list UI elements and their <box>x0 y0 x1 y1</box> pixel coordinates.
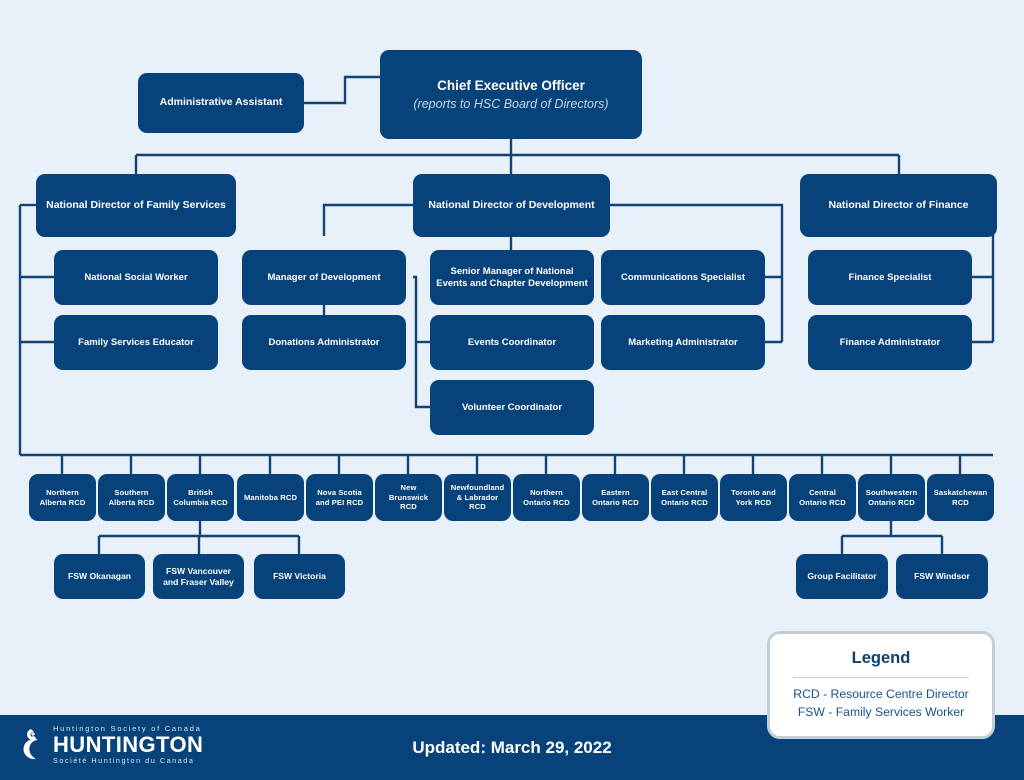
node-title: Family Services Educator <box>78 336 194 348</box>
node-finance-specialist[interactable]: Finance Specialist <box>808 250 972 305</box>
node-title: Finance Specialist <box>848 271 932 283</box>
node-rcd-1[interactable]: Southern Alberta RCD <box>98 474 165 521</box>
node-title: National Social Worker <box>84 271 188 283</box>
logo-bottom-line: Société Huntington du Canada <box>53 755 195 765</box>
node-senior-manager-of-national-events-and-chapter-development[interactable]: Senior Manager of National Events and Ch… <box>430 250 594 305</box>
node-fsw-0[interactable]: FSW Okanagan <box>54 554 145 599</box>
node-title: Marketing Administrator <box>628 336 738 348</box>
logo-main-line: HUNTINGTON <box>53 731 204 757</box>
legend-panel: Legend RCD - Resource Centre Director FS… <box>767 631 995 739</box>
node-communications-specialist[interactable]: Communications Specialist <box>601 250 765 305</box>
node-title: Southern Alberta RCD <box>108 487 155 507</box>
node-national-director-of-development[interactable]: National Director of Development <box>413 174 610 237</box>
node-title: Events Coordinator <box>467 336 557 348</box>
node-title: Southwestern Ontario RCD <box>865 487 918 507</box>
node-rcd-4[interactable]: Nova Scotia and PEI RCD <box>306 474 373 521</box>
node-title: Volunteer Coordinator <box>461 401 563 413</box>
node-national-director-of-finance[interactable]: National Director of Finance <box>800 174 997 237</box>
node-rcd-2[interactable]: British Columbia RCD <box>167 474 234 521</box>
node-rcd-3[interactable]: Manitoba RCD <box>237 474 304 521</box>
node-national-director-of-family-services[interactable]: National Director of Family Services <box>36 174 236 237</box>
node-title: Donations Administrator <box>268 336 380 348</box>
node-title: National Director of Family Services <box>46 198 226 211</box>
node-rcd-13[interactable]: Saskatchewan RCD <box>927 474 994 521</box>
node-title: FSW Okanagan <box>67 571 132 582</box>
legend-line-fsw: FSW - Family Services Worker <box>797 704 965 719</box>
node-title: New Brunswick RCD <box>388 483 429 512</box>
node-title: FSW Vancouver and Fraser Valley <box>163 565 234 587</box>
node-title: Eastern Ontario RCD <box>592 487 639 507</box>
legend-title: Legend <box>851 648 911 667</box>
node-chief-executive-officer[interactable]: Chief Executive Officer (reports to HSC … <box>380 50 642 139</box>
node-rcd-6[interactable]: Newfoundland & Labrador RCD <box>444 474 511 521</box>
node-finance-administrator[interactable]: Finance Administrator <box>808 315 972 370</box>
node-rcd-9[interactable]: East Central Ontario RCD <box>651 474 718 521</box>
huntington-logo: Huntington Society of Canada HUNTINGTON … <box>18 725 203 764</box>
node-title: East Central Ontario RCD <box>661 487 708 507</box>
node-fsw-4[interactable]: FSW Windsor <box>896 554 988 599</box>
node-title: Senior Manager of National Events and Ch… <box>436 265 588 289</box>
node-fsw-2[interactable]: FSW Victoria <box>254 554 345 599</box>
legend-divider <box>793 676 969 679</box>
node-title: Saskatchewan RCD <box>933 487 988 507</box>
node-title: British Columbia RCD <box>173 487 228 507</box>
node-title: National Director of Finance <box>828 198 969 211</box>
node-rcd-0[interactable]: Northern Alberta RCD <box>29 474 96 521</box>
node-title: Central Ontario RCD <box>799 487 846 507</box>
node-fsw-3[interactable]: Group Facilitator <box>796 554 888 599</box>
node-title: Chief Executive Officer <box>437 77 585 93</box>
node-title: FSW Windsor <box>914 571 970 582</box>
node-administrative-assistant[interactable]: Administrative Assistant <box>138 73 304 133</box>
node-volunteer-coordinator[interactable]: Volunteer Coordinator <box>430 380 594 435</box>
node-title: FSW Victoria <box>273 571 326 582</box>
node-rcd-11[interactable]: Central Ontario RCD <box>789 474 856 521</box>
node-family-services-educator[interactable]: Family Services Educator <box>54 315 218 370</box>
node-title: Newfoundland & Labrador RCD <box>450 483 505 512</box>
node-title: Administrative Assistant <box>159 96 283 109</box>
org-chart-canvas: Chief Executive Officer (reports to HSC … <box>0 0 1024 780</box>
node-title: Manitoba RCD <box>243 492 298 502</box>
node-title: Northern Alberta RCD <box>39 487 86 507</box>
node-subtitle: (reports to HSC Board of Directors) <box>413 96 609 111</box>
node-title: Nova Scotia and PEI RCD <box>315 487 364 507</box>
node-rcd-10[interactable]: Toronto and York RCD <box>720 474 787 521</box>
huntington-logo-wordmark: Huntington Society of Canada HUNTINGTON … <box>53 725 203 764</box>
node-national-social-worker[interactable]: National Social Worker <box>54 250 218 305</box>
node-fsw-1[interactable]: FSW Vancouver and Fraser Valley <box>153 554 244 599</box>
node-title: Toronto and York RCD <box>731 487 776 507</box>
huntington-logo-icon <box>23 729 38 760</box>
node-title: Finance Administrator <box>839 336 941 348</box>
node-marketing-administrator[interactable]: Marketing Administrator <box>601 315 765 370</box>
node-rcd-12[interactable]: Southwestern Ontario RCD <box>858 474 925 521</box>
node-title: Communications Specialist <box>620 271 746 283</box>
node-manager-of-development[interactable]: Manager of Development <box>242 250 406 305</box>
node-title: National Director of Development <box>428 198 595 211</box>
node-rcd-8[interactable]: Eastern Ontario RCD <box>582 474 649 521</box>
node-title: Northern Ontario RCD <box>523 487 570 507</box>
node-title: Manager of Development <box>267 271 381 283</box>
node-title: Group Facilitator <box>807 571 877 582</box>
node-events-coordinator[interactable]: Events Coordinator <box>430 315 594 370</box>
node-rcd-7[interactable]: Northern Ontario RCD <box>513 474 580 521</box>
node-donations-administrator[interactable]: Donations Administrator <box>242 315 406 370</box>
node-rcd-5[interactable]: New Brunswick RCD <box>375 474 442 521</box>
legend-line-rcd: RCD - Resource Centre Director <box>793 687 969 702</box>
